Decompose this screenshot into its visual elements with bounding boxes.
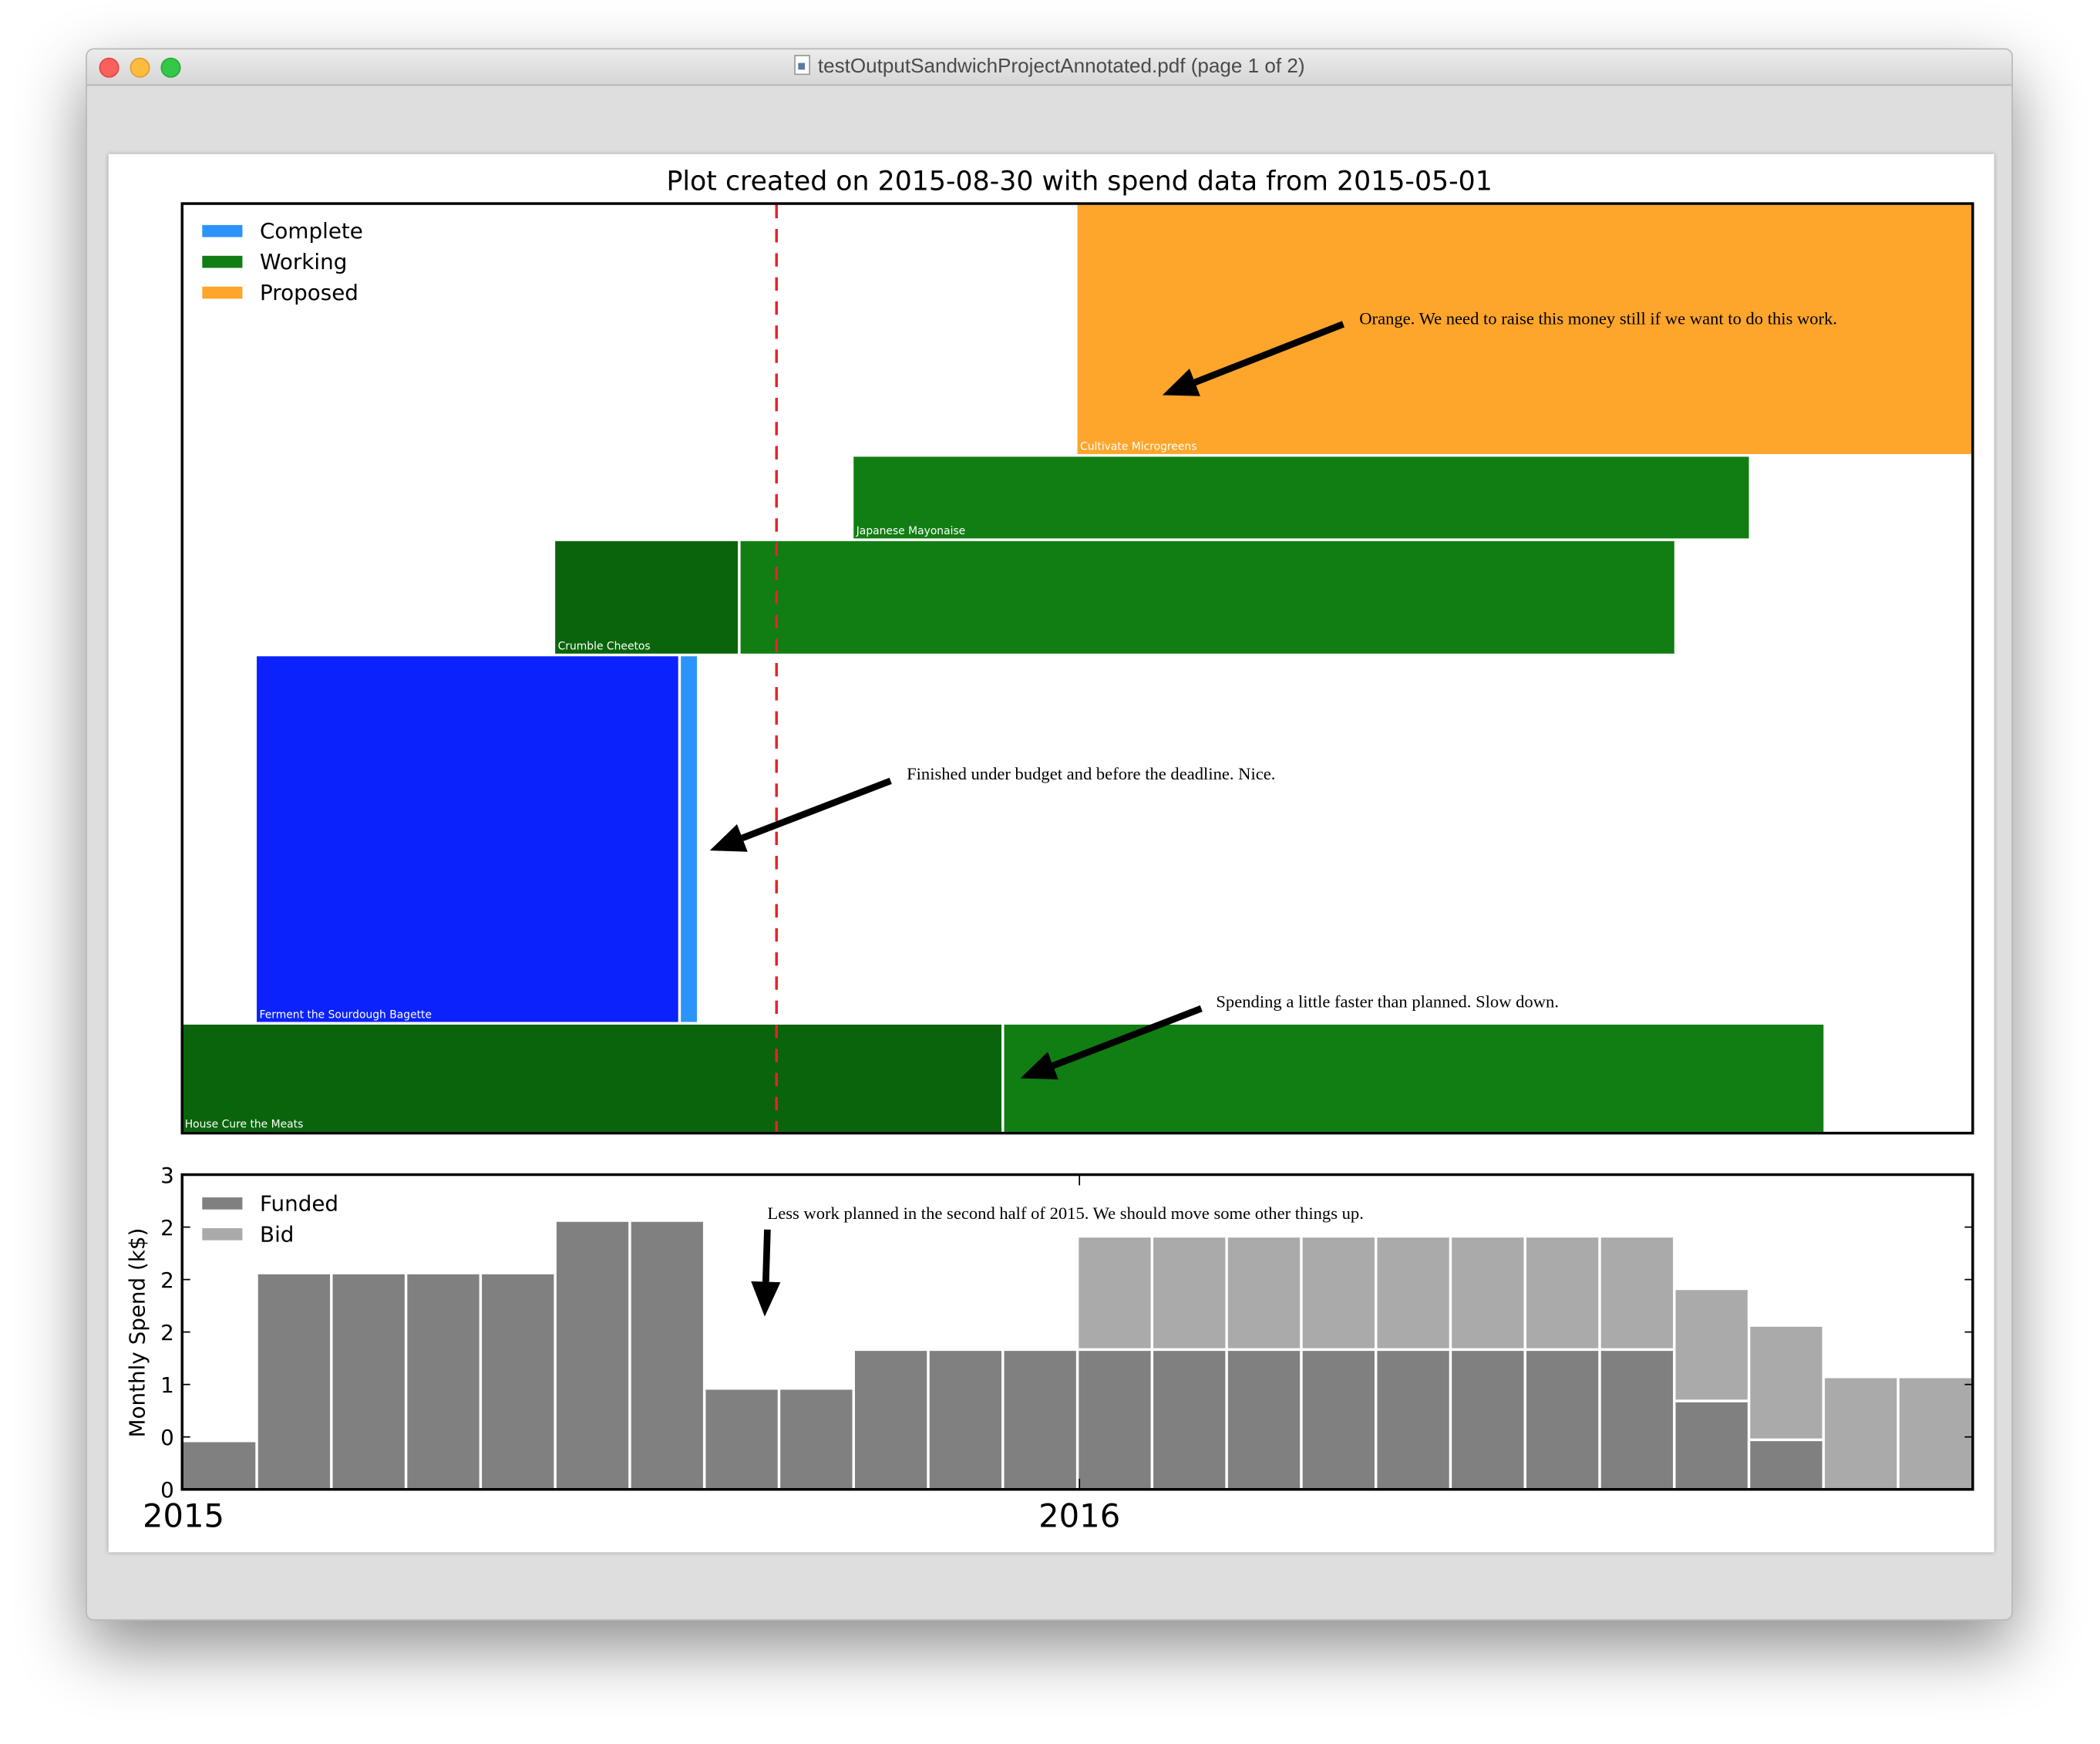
funded-bar [1452,1351,1524,1490]
funded-bar [631,1221,703,1490]
bid-bar [1079,1237,1151,1348]
y-tick-label: 2 [160,1215,174,1241]
legend-swatch [202,1228,243,1241]
funded-bar [929,1351,1002,1490]
chart-canvas: Plot created on 2015-08-30 with spend da… [125,167,1974,1534]
funded-bar [1079,1351,1151,1490]
legend-swatch [202,255,243,268]
gantt-task-label: House Cure the Meats [185,1119,304,1131]
annotation-text: Less work planned in the second half of … [767,1204,1363,1223]
bid-bar [1526,1237,1599,1348]
bid-bar [1452,1237,1524,1348]
funded-bar [556,1221,629,1490]
bid-bar [1600,1237,1674,1348]
gantt-task-label: Ferment the Sourdough Bagette [260,1008,432,1021]
funded-bar [1227,1351,1301,1490]
y-tick-label: 1 [160,1372,174,1398]
chart-title: Plot created on 2015-08-30 with spend da… [666,167,1492,197]
funded-bar [1526,1351,1599,1490]
y-tick-label: 2 [160,1320,174,1345]
gantt-bar-segment [740,540,1674,654]
gantt-bar-segment [555,540,739,654]
funded-bar [257,1274,331,1490]
annotation-arrow-shaft [762,1229,771,1282]
gantt-task-label: Crumble Cheetos [558,641,651,653]
funded-bar [1600,1351,1674,1490]
legend-label: Proposed [260,280,358,305]
legend-swatch [202,286,243,299]
annotation-text: Orange. We need to raise this money stil… [1359,308,1837,328]
legend-swatch [202,224,243,237]
funded-bar [482,1274,554,1490]
bid-bar [1377,1237,1449,1348]
gantt-bar-segment [853,456,1749,539]
bid-bar [1302,1237,1375,1348]
gantt-task-label: Cultivate Microgreens [1080,441,1196,453]
gantt-bar-segment [257,656,678,1022]
annotation-arrow-head [709,824,748,852]
bid-bar [1825,1378,1897,1490]
funded-bar [407,1274,480,1490]
screen: testOutputSandwichProjectAnnotated.pdf (… [0,0,2100,1744]
funded-bar [1153,1351,1226,1490]
annotation-text: Spending a little faster than planned. S… [1216,992,1559,1011]
bid-bar [1675,1290,1748,1400]
funded-bar [1302,1351,1375,1490]
annotation-text: Finished under budget and before the dea… [907,764,1275,783]
gantt-bar-segment [1077,204,1973,454]
gantt-task-label: Japanese Mayonaise [856,525,966,537]
y-axis-label: Monthly Spend (k$) [125,1228,150,1438]
y-tick-label: 0 [160,1425,174,1450]
funded-bar [1750,1441,1822,1490]
gantt-bar-segment [681,656,698,1022]
legend-label: Funded [260,1190,338,1216]
y-tick-label: 2 [160,1268,174,1293]
bid-bar [1899,1378,1972,1490]
y-tick-label: 3 [160,1163,174,1188]
annotation-arrow-head [751,1281,781,1317]
funded-bar [780,1389,853,1490]
funded-bar [1675,1402,1748,1490]
x-tick-label: 2015 [143,1497,224,1534]
bid-bar [1750,1326,1822,1439]
bid-bar [1227,1237,1301,1348]
funded-bar [332,1274,405,1490]
x-tick-label: 2016 [1038,1497,1120,1534]
annotation-arrow-shaft [741,777,892,841]
funded-bar [854,1351,927,1490]
bid-bar [1153,1237,1226,1348]
funded-bar [182,1442,256,1490]
funded-bar [705,1389,778,1490]
legend-swatch [202,1197,243,1210]
funded-bar [1377,1351,1449,1490]
legend-label: Complete [260,218,363,244]
legend-label: Working [260,249,347,274]
gantt-bar-segment [182,1024,1002,1132]
funded-bar [1004,1351,1076,1490]
legend-label: Bid [260,1221,294,1247]
